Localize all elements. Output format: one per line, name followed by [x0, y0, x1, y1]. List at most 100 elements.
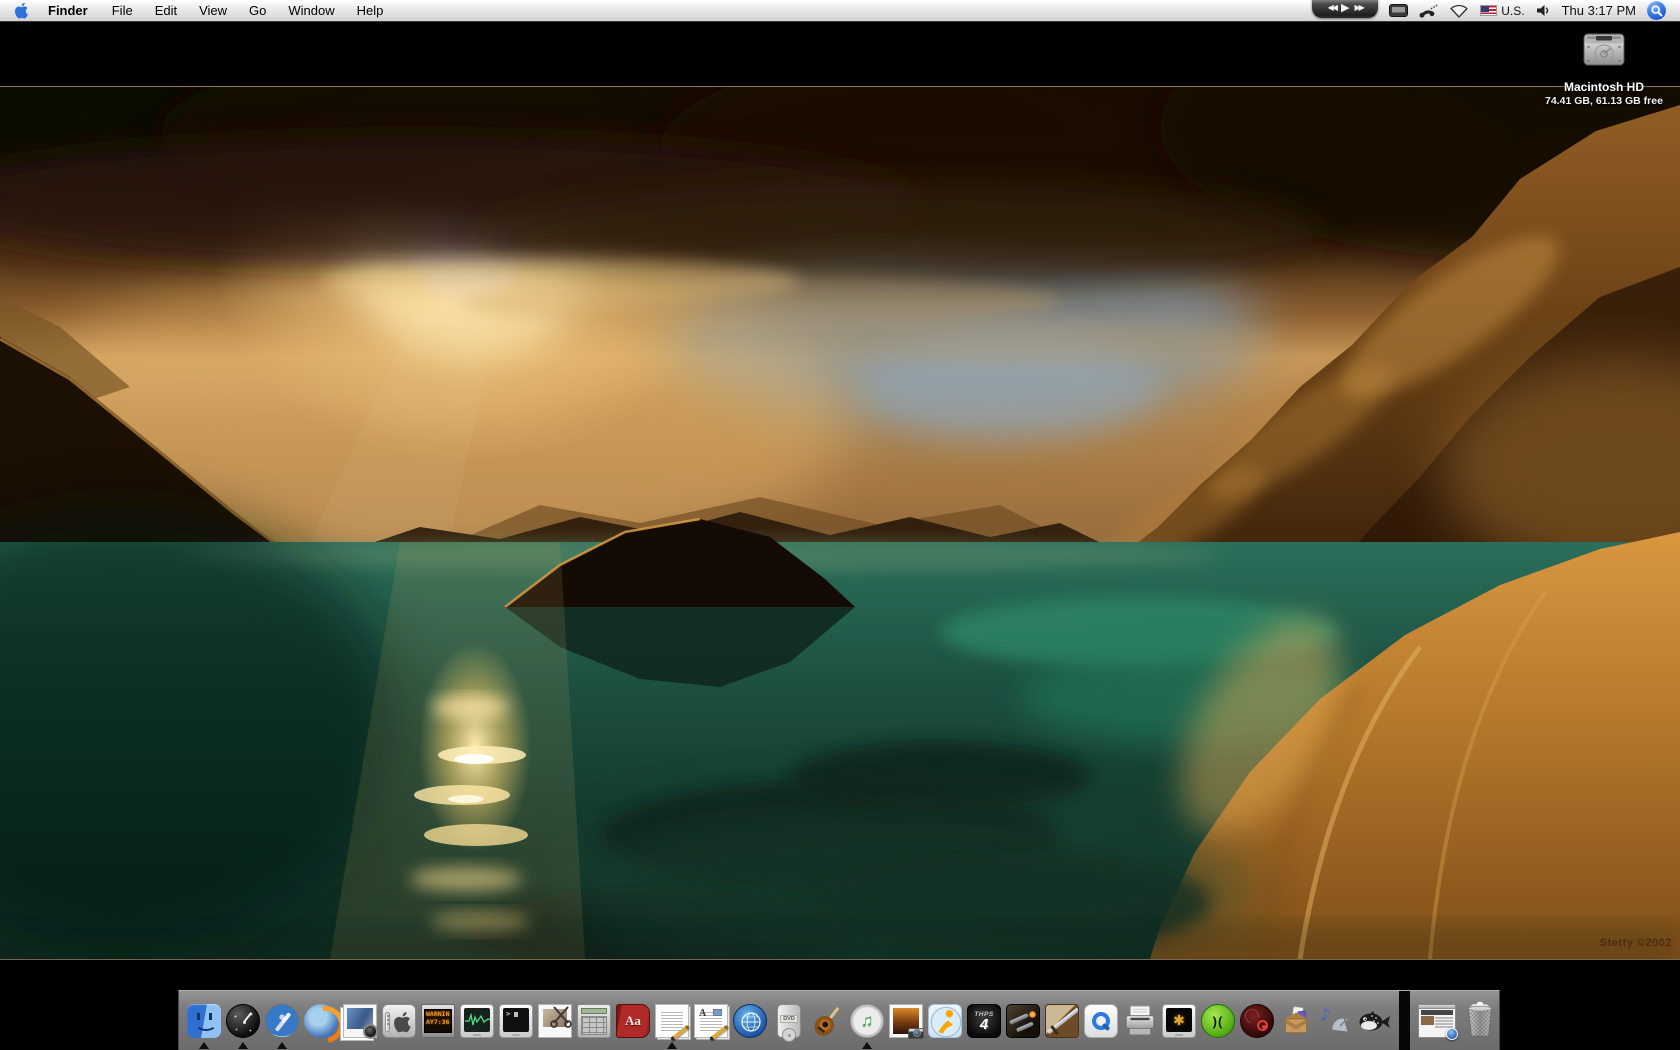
terminal-prompt-glyph: > [506, 1010, 511, 1018]
green-sphere-icon: )( [1201, 1004, 1235, 1038]
letter-a-glyph: A [699, 1008, 707, 1019]
desktop-wallpaper[interactable]: Stetty ©2002 [0, 86, 1680, 960]
input-source-label: U.S. [1501, 3, 1525, 18]
magnifier-icon [1651, 5, 1663, 17]
desktop-screen: Stetty ©2002 Finder File Edit View Go Wi… [0, 0, 1680, 1050]
menu-help[interactable]: Help [346, 0, 395, 22]
dock-item-iphoto[interactable] [343, 1004, 378, 1039]
dock-item-dvd-player[interactable]: DVD [772, 1004, 806, 1042]
modem-menu-extra[interactable] [1419, 4, 1438, 18]
dock-item-sword-game[interactable] [1045, 1004, 1079, 1038]
led-sign-line1: WARNIN [426, 1010, 450, 1018]
dock-item-trash[interactable] [1461, 1001, 1499, 1038]
apple-remote-glyph [385, 1012, 390, 1032]
dock-item-calculator[interactable] [577, 1004, 611, 1038]
spotlight-button[interactable] [1647, 1, 1666, 20]
volume-name-label: Macintosh HD [1563, 80, 1644, 94]
dock-item-red-target-app[interactable] [1240, 1004, 1274, 1038]
dock-item-led-sign[interactable]: WARNIN AY7:36 A [421, 1004, 455, 1038]
safari-icon [265, 1004, 299, 1038]
open-box-glyph [1284, 1006, 1308, 1034]
pages-icon: A [694, 1004, 729, 1042]
shooter-game-icon [1006, 1004, 1040, 1038]
iphoto-icon [343, 1004, 378, 1039]
volume-icon [1536, 5, 1548, 16]
itunes-play-button[interactable]: ▶ [1341, 0, 1349, 17]
menu-finder[interactable]: Finder [38, 0, 101, 22]
running-indicator [667, 1042, 677, 1049]
fugu-fish-icon [1357, 1004, 1391, 1038]
running-indicator [199, 1042, 209, 1049]
volume-menu-extra[interactable] [1536, 4, 1551, 17]
us-flag-icon [1480, 5, 1498, 16]
wallpaper-watermark: Stetty ©2002 [1599, 937, 1672, 949]
dock-item-pages[interactable]: A [694, 1004, 729, 1042]
dock-item-quicktime[interactable] [1084, 1004, 1118, 1038]
dock-item-aim[interactable] [928, 1004, 962, 1038]
dock-item-terminal[interactable]: > [499, 1004, 533, 1038]
dock-item-green-sphere-app[interactable]: )( [1201, 1004, 1235, 1038]
dpad-glyph [782, 1028, 796, 1042]
dock-item-fugu[interactable] [1357, 1004, 1391, 1038]
target-glyph [1257, 1020, 1268, 1031]
dock-item-safari[interactable] [265, 1004, 299, 1049]
dock-item-textedit[interactable] [655, 1004, 690, 1049]
phone-icon [1419, 4, 1438, 18]
displays-menu-extra[interactable] [1389, 4, 1409, 17]
grab-icon [538, 1004, 572, 1038]
itunes-previous-button[interactable]: ◀◀ [1328, 0, 1338, 17]
menu-file[interactable]: File [101, 0, 144, 22]
menu-edit[interactable]: Edit [144, 0, 188, 22]
radio-satellite-icon: ♪ [1318, 1004, 1352, 1038]
airport-menu-extra[interactable] [1449, 4, 1469, 18]
menu-window[interactable]: Window [277, 0, 345, 22]
globe-glyph [741, 1012, 761, 1032]
dock-item-shooter-game[interactable] [1006, 1004, 1040, 1038]
installer-box-icon [1279, 1004, 1313, 1038]
dock-item-finder[interactable] [187, 1004, 221, 1049]
dock-item-itunes[interactable]: ♫ [850, 1004, 884, 1049]
note-and-dish-glyph: ♪ [1320, 1005, 1349, 1038]
music-notes-glyph: ♫ [860, 1011, 874, 1030]
dock-item-garageband[interactable] [811, 1004, 845, 1038]
input-source-menu[interactable]: U.S. [1480, 3, 1525, 18]
dock-minimized-safari-window[interactable] [1418, 1004, 1458, 1040]
gun-glyph [1015, 1021, 1035, 1033]
dock-item-grab[interactable] [538, 1004, 572, 1038]
desktop-icon-macintosh-hd[interactable]: Macintosh HD 74.41 GB, 61.13 GB free [1543, 30, 1665, 107]
apple-menu[interactable] [0, 0, 38, 22]
waveform-glyph [465, 1012, 490, 1026]
gold-emblem-glyph: ✱ [1173, 1012, 1185, 1028]
dock-item-printer-setup[interactable] [1123, 1004, 1157, 1038]
dock-item-front-row[interactable] [382, 1004, 416, 1038]
front-row-icon [382, 1004, 416, 1038]
guitar-glyph [814, 1006, 840, 1036]
dock-item-dictionary[interactable]: Aa [616, 1004, 650, 1038]
menu-go[interactable]: Go [238, 0, 277, 22]
menu-bar: Finder File Edit View Go Window Help ◀◀ … [0, 0, 1680, 22]
dock-item-internet-connect[interactable] [733, 1004, 767, 1038]
itunes-icon: ♫ [850, 1004, 884, 1038]
menu-view[interactable]: View [188, 0, 238, 22]
textedit-icon [655, 1004, 690, 1042]
menubar-clock[interactable]: Thu 3:17 PM [1562, 3, 1636, 18]
itunes-menubar-controls: ◀◀ ▶ ▶▶ [1312, 0, 1379, 18]
svg-text:♪: ♪ [1320, 1005, 1330, 1024]
gold-screen-game-icon: ✱ [1162, 1004, 1196, 1038]
dock-item-photo-camera-app[interactable] [889, 1004, 924, 1039]
dictionary-aa-glyph: Aa [625, 1013, 641, 1028]
dock-item-dashboard[interactable] [226, 1004, 260, 1049]
apple-logo-icon [15, 2, 28, 19]
dock-item-thps4[interactable]: THPS 4 [967, 1004, 1001, 1038]
itunes-next-button[interactable]: ▶▶ [1354, 0, 1364, 17]
dock-item-firefox[interactable] [304, 1004, 338, 1038]
printer-icon [1123, 1004, 1157, 1038]
running-indicator [862, 1042, 872, 1049]
dock-item-radio-satellite-app[interactable]: ♪ [1318, 1004, 1352, 1038]
trash-full-icon [1461, 1001, 1499, 1038]
red-target-icon [1240, 1004, 1274, 1038]
dock-item-gold-screen-game[interactable]: ✱ [1162, 1004, 1196, 1038]
dock-divider [1399, 991, 1410, 1050]
dock-item-activity-monitor[interactable] [460, 1004, 494, 1038]
dock-item-installer-box-app[interactable] [1279, 1004, 1313, 1038]
